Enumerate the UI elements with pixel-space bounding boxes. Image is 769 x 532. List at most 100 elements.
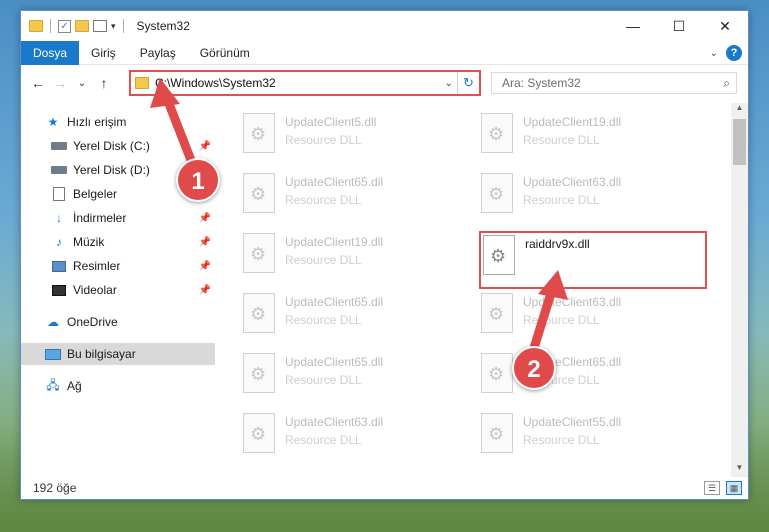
file-name: UpdateClient63.dll: [285, 415, 384, 429]
cloud-icon: ☁: [47, 315, 59, 329]
properties-check-icon[interactable]: ✓: [58, 19, 71, 33]
sidebar-item-label: Ağ: [67, 379, 82, 393]
window-title: System32: [136, 19, 190, 33]
back-arrow-icon[interactable]: ←: [27, 75, 49, 91]
video-icon: [51, 283, 67, 297]
sidebar-item-label: Belgeler: [73, 187, 118, 201]
pin-icon: 📌: [198, 260, 211, 272]
view-options-icon[interactable]: [93, 20, 107, 32]
tiles-view-icon[interactable]: ▦: [726, 481, 742, 495]
tab-file[interactable]: Dosya: [21, 40, 80, 65]
file-name: UpdateClient19.dll: [285, 235, 384, 249]
minimize-button[interactable]: —: [610, 11, 656, 41]
navigation-pane: ★ Hızlı erişim Yerel Disk (C:) 📌 Yerel D…: [21, 103, 215, 473]
sidebar-item-label: Bu bilgisayar: [67, 347, 136, 361]
sidebar-item-videos[interactable]: Videolar 📌: [21, 279, 215, 301]
file-item[interactable]: UpdateClient19.dll Resource DLL: [481, 113, 711, 165]
music-icon: ♪: [56, 235, 62, 249]
ribbon-right-controls: ⌄ ?: [710, 45, 742, 61]
sidebar-item-this-pc[interactable]: Bu bilgisayar: [21, 343, 215, 365]
scroll-up-icon[interactable]: ▲: [731, 103, 748, 117]
pin-icon: 📌: [198, 212, 211, 224]
up-arrow-icon[interactable]: ↑: [93, 75, 115, 91]
chevron-down-icon[interactable]: ▾: [111, 21, 116, 32]
file-name: UpdateClient65.dll: [285, 175, 384, 189]
dll-file-icon: [481, 293, 513, 333]
dll-file-icon: [243, 233, 275, 273]
maximize-button[interactable]: ☐: [656, 11, 702, 41]
sidebar-item-pictures[interactable]: Resimler 📌: [21, 255, 215, 277]
file-name: UpdateClient55.dll: [523, 415, 622, 429]
quick-access-toolbar: ✓ ▾: [21, 19, 127, 33]
file-type: Resource DLL: [285, 373, 362, 387]
file-type: Resource DLL: [285, 193, 362, 207]
sidebar-item-quick-access[interactable]: ★ Hızlı erişim: [21, 111, 215, 133]
file-item[interactable]: UpdateClient5.dll Resource DLL: [243, 113, 473, 165]
file-name: UpdateClient5.dll: [285, 115, 377, 129]
pictures-icon: [51, 259, 67, 273]
dll-file-icon: [481, 113, 513, 153]
file-name: UpdateClient63.dll: [523, 175, 622, 189]
drive-icon: [51, 139, 67, 153]
address-dropdown-icon[interactable]: ⌄: [445, 78, 453, 89]
expand-ribbon-icon[interactable]: ⌄: [710, 48, 718, 59]
document-icon: [51, 187, 67, 201]
pin-icon: 📌: [198, 236, 211, 248]
tab-view[interactable]: Görünüm: [188, 41, 262, 65]
sidebar-item-onedrive[interactable]: ☁ OneDrive: [21, 311, 215, 333]
sidebar-item-downloads[interactable]: ↓ İndirmeler 📌: [21, 207, 215, 229]
pin-icon: 📌: [198, 140, 211, 152]
new-folder-icon[interactable]: [75, 20, 89, 32]
file-item[interactable]: UpdateClient65.dll Resource DLL: [243, 173, 473, 225]
search-placeholder: Ara: System32: [502, 76, 581, 90]
sidebar-item-music[interactable]: ♪ Müzik 📌: [21, 231, 215, 253]
search-input[interactable]: Ara: System32 ⌕: [491, 72, 737, 94]
recent-locations-chevron-icon[interactable]: ⌄: [71, 78, 93, 89]
title-bar: ✓ ▾ System32 — ☐ ✕: [21, 11, 748, 41]
file-item[interactable]: UpdateClient63.dll Resource DLL: [243, 413, 473, 465]
help-icon[interactable]: ?: [726, 45, 742, 61]
file-item[interactable]: UpdateClient63.dll Resource DLL: [481, 293, 711, 345]
close-button[interactable]: ✕: [702, 11, 748, 41]
file-item[interactable]: UpdateClient65.dll Resource DLL: [243, 353, 473, 405]
sidebar-item-local-disk-c[interactable]: Yerel Disk (C:) 📌: [21, 135, 215, 157]
pin-icon: 📌: [198, 284, 211, 296]
address-path[interactable]: C:\Windows\System32: [155, 76, 276, 90]
search-icon: ⌕: [723, 76, 730, 90]
sidebar-item-label: Müzik: [73, 235, 105, 249]
sidebar-item-label: Hızlı erişim: [67, 115, 127, 129]
file-type: Resource DLL: [285, 133, 362, 147]
window-controls: — ☐ ✕: [610, 11, 748, 41]
dll-file-icon: [481, 353, 513, 393]
file-item[interactable]: UpdateClient55.dll Resource DLL: [481, 413, 711, 465]
dll-file-icon: [243, 113, 275, 153]
details-view-icon[interactable]: ☰: [704, 481, 720, 495]
tab-share[interactable]: Paylaş: [128, 41, 188, 65]
navigation-bar: ← → ⌄ ↑ C:\Windows\System32 ⌄ ↻ Ara: Sys…: [21, 66, 748, 100]
sidebar-item-network[interactable]: 🖧 Ağ: [21, 375, 215, 397]
sidebar-item-label: Yerel Disk (C:): [73, 139, 150, 153]
sidebar-item-label: Resimler: [73, 259, 121, 273]
file-type: Resource DLL: [523, 313, 600, 327]
dll-file-icon: [481, 173, 513, 213]
address-bar[interactable]: C:\Windows\System32 ⌄ ↻: [129, 70, 481, 96]
dll-file-icon: [481, 413, 513, 453]
status-bar: 192 öğe ☰ ▦: [21, 477, 748, 499]
file-type: Resource DLL: [523, 433, 600, 447]
sidebar-item-label: Yerel Disk (D:): [73, 163, 150, 177]
file-item[interactable]: UpdateClient19.dll Resource DLL: [243, 233, 473, 285]
vertical-scrollbar[interactable]: ▲ ▼: [731, 103, 748, 477]
scrollbar-thumb[interactable]: [733, 119, 746, 165]
item-count: 192 öğe: [33, 481, 77, 495]
forward-arrow-icon[interactable]: →: [49, 75, 71, 91]
toolbar-divider: [50, 19, 51, 33]
highlight-box-file: [479, 231, 707, 289]
scroll-down-icon[interactable]: ▼: [731, 463, 748, 477]
dll-file-icon: [243, 413, 275, 453]
file-explorer-window: ✓ ▾ System32 — ☐ ✕ Dosya Giriş Paylaş Gö…: [20, 10, 749, 500]
file-item[interactable]: UpdateClient63.dll Resource DLL: [481, 173, 711, 225]
tab-home[interactable]: Giriş: [79, 41, 128, 65]
refresh-icon[interactable]: ↻: [457, 72, 479, 94]
file-type: Resource DLL: [285, 253, 362, 267]
file-item[interactable]: UpdateClient65.dll Resource DLL: [243, 293, 473, 345]
